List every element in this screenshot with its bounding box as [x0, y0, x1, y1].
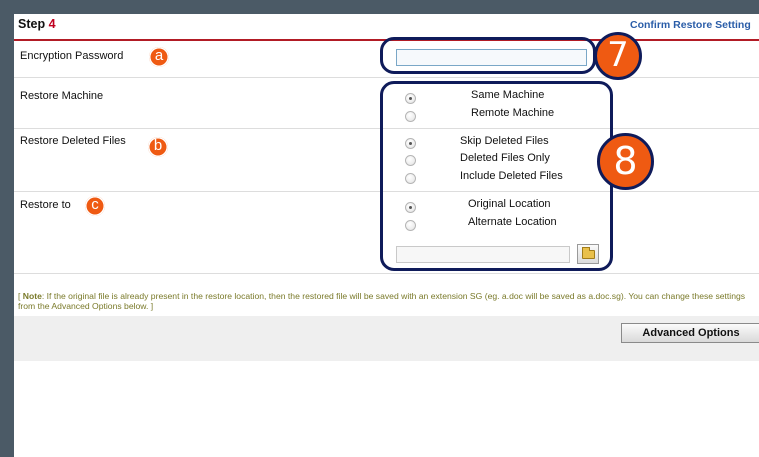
- callout-badge-7: 7: [594, 32, 642, 80]
- restore-settings-panel: Step 4 Confirm Restore Setting Encryptio…: [14, 14, 759, 457]
- callout-badge-8: 8: [597, 133, 654, 190]
- badge-c: c: [85, 196, 105, 216]
- callout-frame-options: [380, 81, 613, 271]
- row-divider: [14, 77, 759, 78]
- note-text: : If the original file is already presen…: [18, 291, 746, 311]
- callout-frame-password: [380, 37, 596, 74]
- restore-to-label: Restore to: [20, 199, 71, 211]
- badge-b: b: [148, 137, 168, 157]
- step-title: Step 4: [18, 17, 56, 31]
- step-number: 4: [48, 17, 56, 31]
- step-header: Step 4 Confirm Restore Setting: [14, 14, 759, 38]
- step-label: Step: [18, 17, 46, 31]
- restore-note: [ Note: If the original file is already …: [18, 291, 759, 311]
- restore-machine-label: Restore Machine: [20, 90, 104, 102]
- note-label: Note: [22, 291, 42, 301]
- encryption-password-label: Encryption Password: [20, 50, 124, 62]
- row-divider: [14, 273, 759, 274]
- restore-deleted-files-label: Restore Deleted Files: [20, 135, 126, 147]
- confirm-restore-settings-link[interactable]: Confirm Restore Setting: [630, 19, 751, 31]
- badge-a: a: [149, 47, 169, 67]
- advanced-options-button[interactable]: Advanced Options: [621, 323, 759, 343]
